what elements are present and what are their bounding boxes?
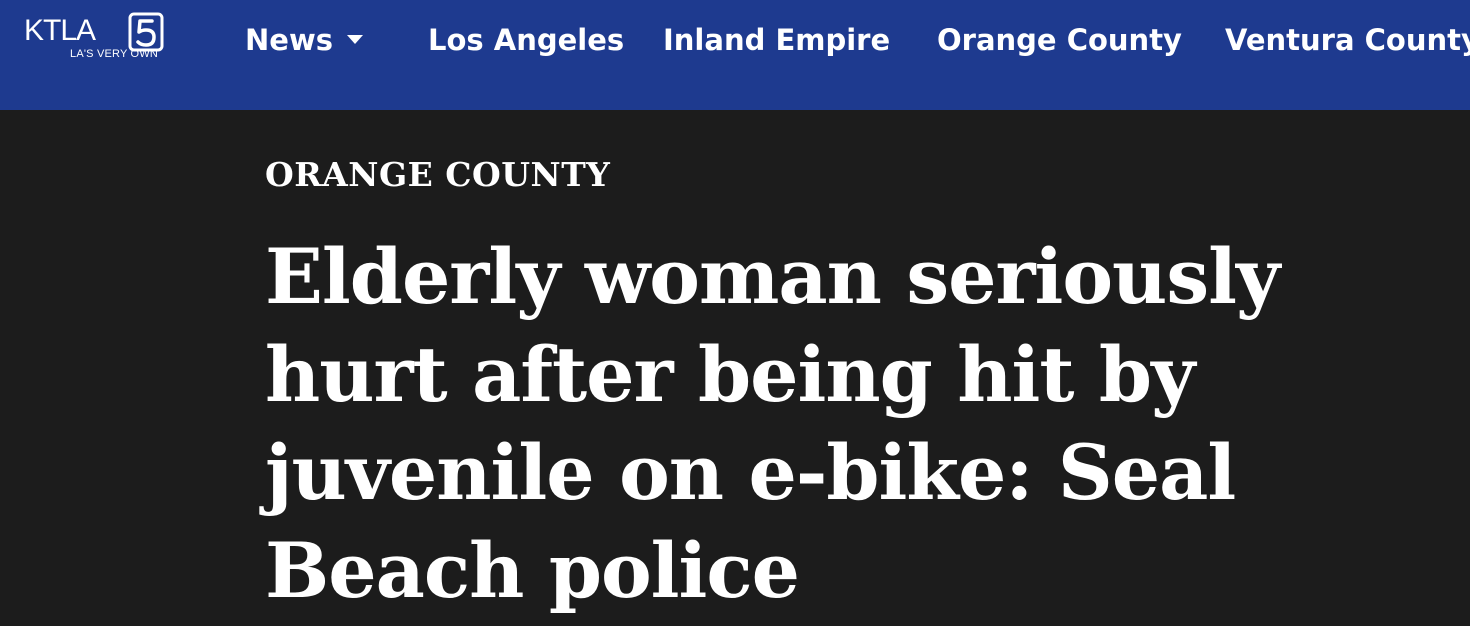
logo-wordmark: KTLA xyxy=(24,14,96,47)
nav-item-label: Los Angeles xyxy=(428,23,625,57)
channel-5-icon xyxy=(128,12,164,52)
nav-item-label: Ventura County xyxy=(1225,23,1470,57)
nav-item-label: Orange County xyxy=(937,23,1182,57)
nav-item-news[interactable]: News xyxy=(245,20,363,60)
article-category-link[interactable]: ORANGE COUNTY xyxy=(265,155,610,195)
nav-item-orange-county[interactable]: Orange County xyxy=(937,20,1182,60)
nav-item-ventura-county[interactable]: Ventura County xyxy=(1225,20,1470,60)
nav-item-inland-empire[interactable]: Inland Empire xyxy=(663,20,890,60)
article-headline: Elderly woman seriously hurt after being… xyxy=(265,232,1280,615)
logo-tagline: LA'S VERY OWN xyxy=(70,48,159,60)
nav-item-label: News xyxy=(245,23,333,57)
nav-item-label: Inland Empire xyxy=(663,23,891,57)
article-header: ORANGE COUNTY Elderly woman seriously hu… xyxy=(0,110,1470,626)
chevron-down-icon xyxy=(347,34,363,44)
top-navigation-bar: KTLA LA'S VERY OWN News Los Angeles Inla… xyxy=(0,0,1470,110)
nav-item-los-angeles[interactable]: Los Angeles xyxy=(428,20,624,60)
ktla-logo[interactable]: KTLA LA'S VERY OWN xyxy=(24,12,174,64)
